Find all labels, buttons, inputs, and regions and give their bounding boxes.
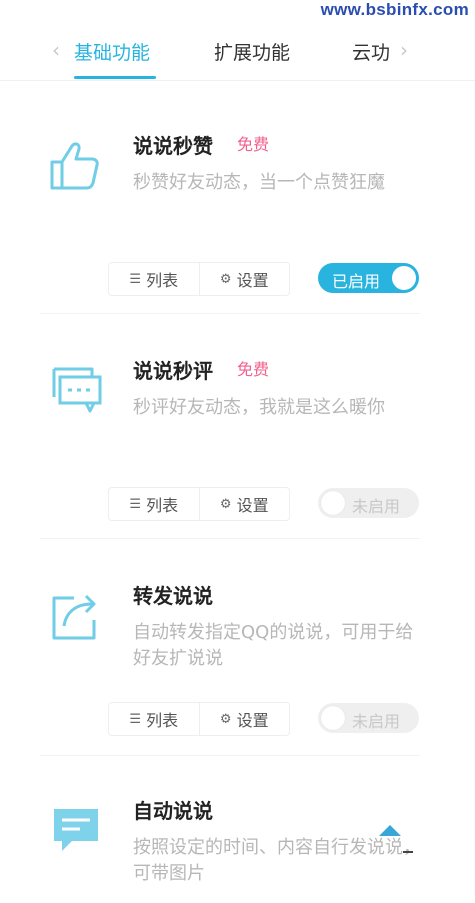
list-button[interactable]: ☰ 列表	[109, 703, 199, 735]
toggle-label: 未启用	[352, 712, 401, 731]
active-tab-indicator	[74, 76, 156, 79]
tab-basic[interactable]: 基础功能	[74, 38, 150, 65]
feature-title: 转发说说	[133, 584, 213, 608]
divider	[40, 755, 420, 756]
gear-icon: ⚙	[219, 711, 232, 727]
settings-label: 设置	[236, 496, 269, 515]
free-badge: 免费	[232, 129, 275, 157]
list-icon: ☰	[129, 496, 142, 512]
scroll-to-top-icon[interactable]	[379, 825, 401, 836]
toggle-knob	[321, 491, 345, 515]
thumbs-up-icon	[50, 142, 99, 190]
tab-cloud[interactable]: 云功	[352, 38, 390, 65]
toggle-label: 已启用	[332, 272, 381, 291]
chevron-left-icon[interactable]: ‹	[52, 38, 60, 62]
feature-actions: ☰ 列表 ⚙ 设置	[108, 702, 290, 736]
list-button[interactable]: ☰ 列表	[109, 488, 199, 520]
list-label: 列表	[146, 711, 179, 730]
list-label: 列表	[146, 496, 179, 515]
gear-icon: ⚙	[219, 271, 232, 287]
share-icon	[52, 594, 96, 640]
settings-button[interactable]: ⚙ 设置	[198, 703, 290, 735]
toggle-knob	[392, 266, 416, 290]
feature-description: 自动转发指定QQ的说说，可用于给好友扩说说	[133, 622, 414, 669]
settings-button[interactable]: ⚙ 设置	[198, 488, 290, 520]
free-badge: 免费	[232, 354, 275, 382]
feature-title: 自动说说	[133, 799, 213, 823]
divider	[40, 313, 420, 314]
watermark: www.bsbinfx.com	[320, 0, 469, 19]
divider	[40, 538, 420, 539]
list-icon: ☰	[129, 271, 142, 287]
enable-toggle[interactable]: 已启用	[318, 263, 419, 293]
chevron-right-icon[interactable]: ›	[400, 38, 408, 62]
list-icon: ☰	[129, 711, 142, 727]
feature-description: 秒评好友动态，我就是这么暖你	[133, 397, 385, 418]
tab-extended[interactable]: 扩展功能	[214, 38, 290, 65]
feature-actions: ☰ 列表 ⚙ 设置	[108, 262, 290, 296]
feature-title: 说说秒评	[133, 359, 213, 383]
scroll-to-top-bar	[403, 851, 413, 853]
feature-title: 说说秒赞	[133, 134, 213, 158]
toggle-label: 未启用	[352, 497, 401, 516]
chat-bubbles-icon	[52, 367, 102, 413]
feature-description: 按照设定的时间、内容自行发说说，可带图片	[133, 837, 421, 884]
list-label: 列表	[146, 271, 179, 290]
settings-button[interactable]: ⚙ 设置	[198, 263, 290, 295]
settings-label: 设置	[236, 711, 269, 730]
gear-icon: ⚙	[219, 496, 232, 512]
settings-label: 设置	[236, 271, 269, 290]
list-button[interactable]: ☰ 列表	[109, 263, 199, 295]
tab-bar: ‹ 基础功能 扩展功能 云功 ›	[0, 30, 475, 81]
feature-description: 秒赞好友动态，当一个点赞狂魔	[133, 172, 385, 193]
enable-toggle[interactable]: 未启用	[318, 488, 419, 518]
toggle-knob	[321, 706, 345, 730]
message-icon	[54, 809, 98, 851]
feature-actions: ☰ 列表 ⚙ 设置	[108, 487, 290, 521]
enable-toggle[interactable]: 未启用	[318, 703, 419, 733]
